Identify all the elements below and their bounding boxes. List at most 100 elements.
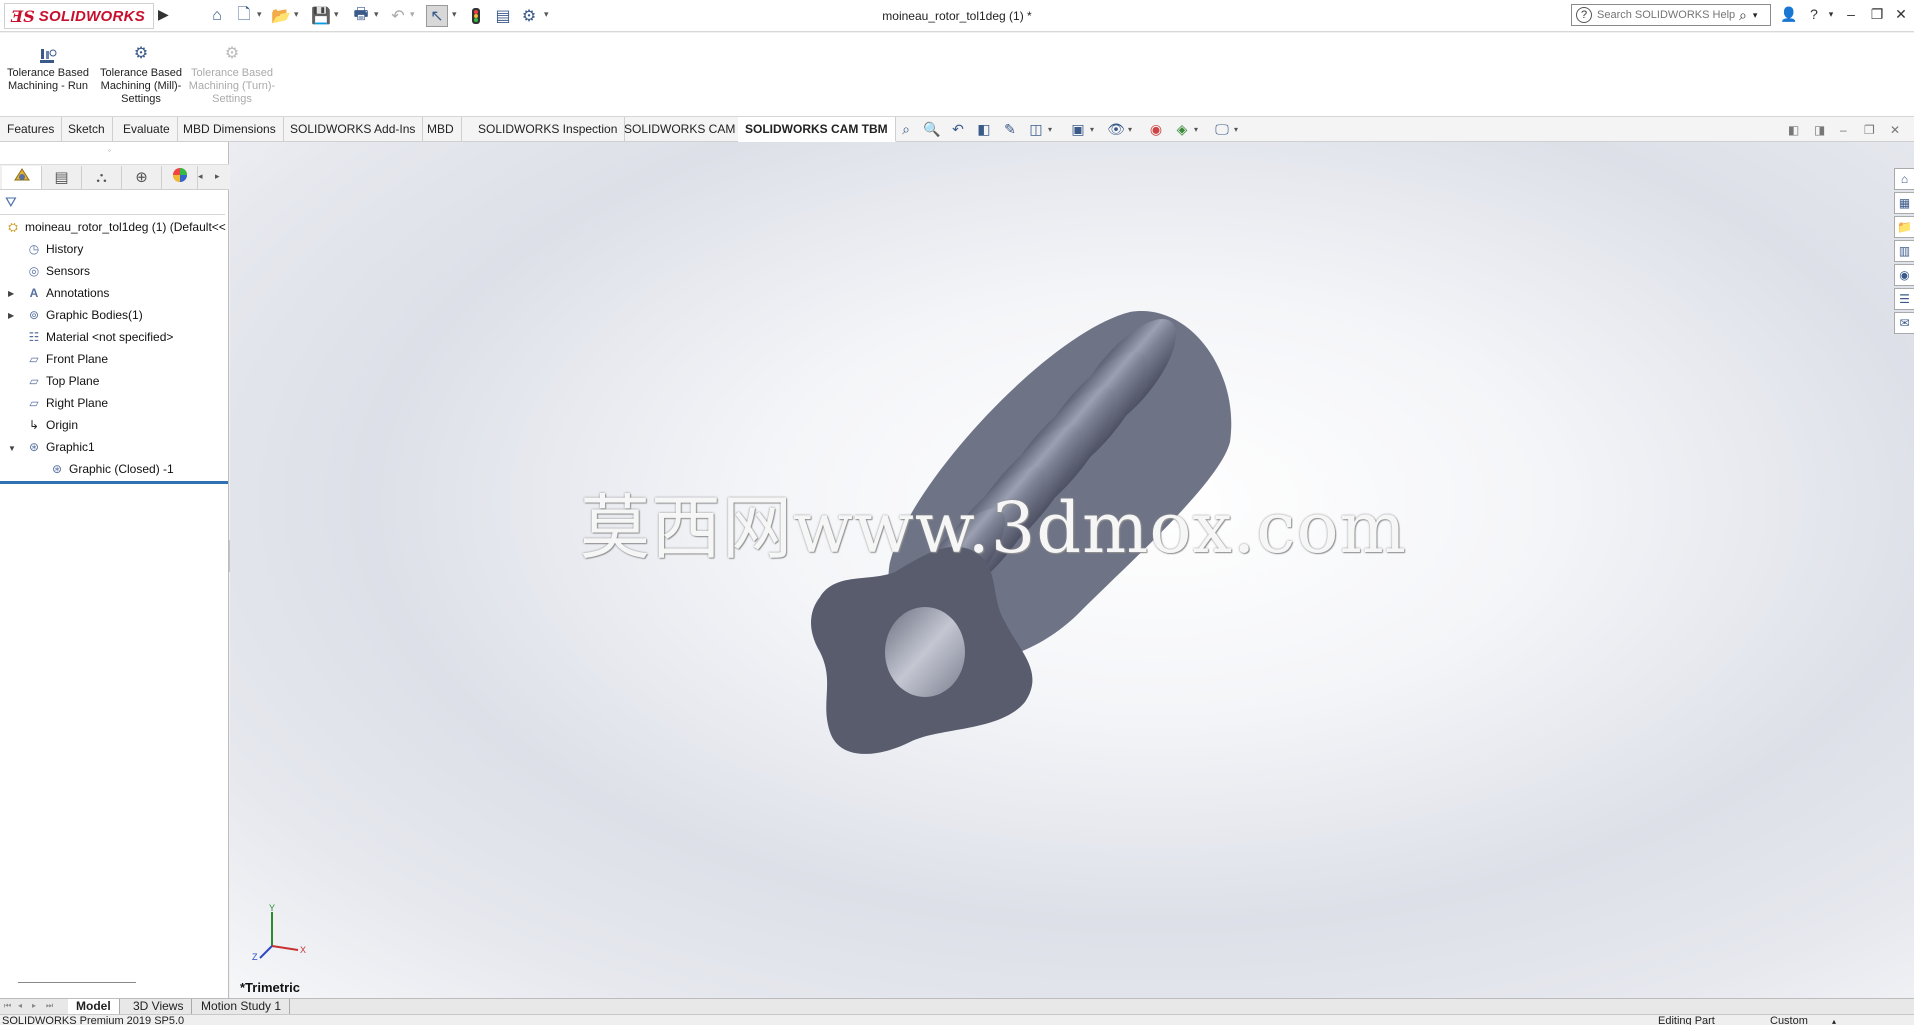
view-palette-icon[interactable]: ▥ (1894, 240, 1914, 262)
forum-icon[interactable]: ✉ (1894, 312, 1914, 334)
graphics-area[interactable]: 莫西网www.3dmox.com Y X Z *Trimetric (230, 142, 1914, 998)
panel-horizontal-scrollbar[interactable] (18, 982, 136, 983)
first-tab-nav-icon[interactable]: ⏮ (4, 1001, 11, 1011)
tab-mbd-dimensions[interactable]: MBD Dimensions (176, 117, 284, 142)
tab-solidworks-cam[interactable]: SOLIDWORKS CAM (617, 117, 744, 142)
rebuild-traffic-light-icon[interactable] (466, 5, 486, 27)
zoom-to-area-icon[interactable]: 🔍 (922, 121, 942, 139)
help-dropdown-icon[interactable]: ▾ (1820, 9, 1842, 29)
expand-arrow-icon[interactable]: ▶ (8, 289, 14, 298)
print-icon[interactable]: 🖶 (350, 5, 372, 27)
undo-icon[interactable]: ↶ (388, 5, 408, 27)
tab-evaluate[interactable]: Evaluate (116, 117, 178, 142)
property-manager-tab-icon[interactable]: ▤ (42, 166, 82, 189)
view-settings-monitor-icon[interactable]: 🖵 (1212, 121, 1232, 139)
view-orientation-icon[interactable]: ◫ (1026, 121, 1046, 139)
tree-root-part[interactable]: ⛭ moineau_rotor_tol1deg (1) (Default<< (4, 217, 226, 237)
filter-icon[interactable]: ⛛ (5, 194, 17, 211)
home-icon[interactable]: ⌂ (206, 5, 228, 27)
unit-system-selector[interactable]: Custom (1770, 1015, 1808, 1025)
custom-properties-icon[interactable]: ☰ (1894, 288, 1914, 310)
file-explorer-icon[interactable]: 📁 (1894, 216, 1914, 238)
collapse-arrow-icon[interactable]: ▼ (8, 444, 16, 453)
tree-item-right-plane[interactable]: ▱ Right Plane (25, 393, 108, 413)
hide-show-dropdown-icon[interactable]: ▾ (1128, 125, 1132, 134)
unit-system-dropdown-icon[interactable]: ▴ (1832, 1015, 1836, 1025)
doc-close-icon[interactable]: ✕ (1890, 123, 1900, 137)
print-dropdown-icon[interactable]: ▾ (374, 9, 379, 20)
doc-tile-right-icon[interactable]: ◨ (1814, 123, 1825, 137)
tree-item-annotations[interactable]: A Annotations (25, 283, 110, 303)
tree-item-graphic-bodies[interactable]: ⊚ Graphic Bodies(1) (25, 305, 143, 325)
doc-minimize-icon[interactable]: – (1840, 123, 1847, 137)
section-view-icon[interactable]: ◧ (974, 121, 994, 139)
doc-restore-icon[interactable]: ❐ (1864, 123, 1875, 137)
tbm-mill-settings-button[interactable]: ⚙ Tolerance Based Machining (Mill)- Sett… (95, 46, 187, 106)
tree-item-top-plane[interactable]: ▱ Top Plane (25, 371, 99, 391)
tbm-turn-settings-button[interactable]: ⚙ Tolerance Based Machining (Turn)- Sett… (186, 46, 278, 106)
tab-motion-study[interactable]: Motion Study 1 (193, 999, 291, 1015)
select-dropdown-icon[interactable]: ▾ (452, 9, 457, 20)
tree-item-graphic1[interactable]: ⊛ Graphic1 (25, 437, 95, 457)
new-dropdown-icon[interactable]: ▾ (257, 9, 262, 20)
appearances-scenes-icon[interactable]: ◉ (1894, 264, 1914, 286)
edit-appearance-icon[interactable]: ◉ (1146, 121, 1166, 139)
tabs-scroll-left-icon[interactable]: ◂ (198, 171, 203, 182)
design-library-icon[interactable]: ▦ (1894, 192, 1914, 214)
tab-solidworks-add-ins[interactable]: SOLIDWORKS Add-Ins (283, 117, 424, 142)
tab-model[interactable]: Model (68, 999, 120, 1015)
dimxpert-manager-tab-icon[interactable]: ⊕ (122, 166, 162, 189)
tree-item-front-plane[interactable]: ▱ Front Plane (25, 349, 108, 369)
tab-3d-views[interactable]: 3D Views (125, 999, 193, 1015)
solidworks-resources-icon[interactable]: ⌂ (1894, 168, 1914, 190)
zoom-to-fit-icon[interactable]: ⌕ (896, 121, 916, 139)
apply-scene-icon[interactable]: ◈ (1172, 121, 1192, 139)
help-search-input[interactable] (1597, 9, 1737, 21)
tree-item-material[interactable]: ☷ Material <not specified> (25, 327, 174, 347)
tab-features[interactable]: Features (0, 117, 63, 142)
expand-arrow-icon[interactable]: ▶ (8, 311, 14, 320)
panel-grip-icon[interactable]: ◦ (108, 146, 111, 155)
tab-solidworks-inspection[interactable]: SOLIDWORKS Inspection (471, 117, 626, 142)
tab-sketch[interactable]: Sketch (61, 117, 113, 142)
tab-mbd[interactable]: MBD (420, 117, 462, 142)
select-cursor-icon[interactable]: ↖ (426, 5, 448, 27)
restore-icon[interactable]: ❐ (1866, 6, 1888, 26)
view-orientation-dropdown-icon[interactable]: ▾ (1048, 125, 1052, 134)
display-manager-tab-icon[interactable] (162, 166, 198, 189)
search-dropdown-icon[interactable]: ▾ (1753, 10, 1758, 21)
save-dropdown-icon[interactable]: ▾ (334, 9, 339, 20)
minimize-icon[interactable]: – (1840, 6, 1862, 26)
new-document-icon[interactable]: 🗋 (234, 5, 254, 27)
apply-scene-dropdown-icon[interactable]: ▾ (1194, 125, 1198, 134)
close-icon[interactable]: ✕ (1890, 6, 1912, 26)
doc-tile-left-icon[interactable]: ◧ (1788, 123, 1799, 137)
tab-solidworks-cam-tbm[interactable]: SOLIDWORKS CAM TBM (738, 117, 896, 142)
view-settings-dropdown-icon[interactable]: ▾ (1234, 125, 1238, 134)
last-tab-nav-icon[interactable]: ⏭ (46, 1001, 53, 1011)
options-dropdown-icon[interactable]: ▾ (544, 9, 549, 20)
previous-view-icon[interactable]: ↶ (948, 121, 968, 139)
display-style-icon[interactable]: ▣ (1068, 121, 1088, 139)
open-icon[interactable]: 📂 (270, 5, 292, 27)
rollback-bar[interactable] (0, 481, 228, 484)
solidworks-logo[interactable]: ƎS SOLIDWORKS (4, 3, 154, 29)
feature-manager-tab-icon[interactable] (2, 166, 42, 189)
open-dropdown-icon[interactable]: ▾ (294, 9, 299, 20)
options-gear-icon[interactable]: ⚙ (518, 5, 540, 27)
dynamic-annotation-icon[interactable]: ✎ (1000, 121, 1020, 139)
user-account-icon[interactable]: 👤 (1778, 6, 1800, 26)
tree-item-origin[interactable]: ↳ Origin (25, 415, 78, 435)
search-icon[interactable]: ⌕ (1739, 7, 1747, 24)
display-style-dropdown-icon[interactable]: ▾ (1090, 125, 1094, 134)
prev-tab-nav-icon[interactable]: ◂ (18, 1001, 22, 1010)
tree-item-sensors[interactable]: ◎ Sensors (25, 261, 90, 281)
tbm-run-button[interactable]: Tolerance Based Machining - Run (2, 47, 94, 93)
tree-item-history[interactable]: ◷ History (25, 239, 84, 259)
tree-item-graphic-closed[interactable]: ⊛ Graphic (Closed) -1 (48, 459, 174, 479)
hide-show-items-icon[interactable]: 👁 (1106, 121, 1126, 139)
menu-expand-arrow-icon[interactable]: ▶ (158, 6, 172, 26)
save-icon[interactable]: 💾 (310, 5, 332, 27)
configuration-manager-tab-icon[interactable]: ⛬ (82, 166, 122, 189)
tabs-scroll-right-icon[interactable]: ▸ (215, 171, 220, 182)
